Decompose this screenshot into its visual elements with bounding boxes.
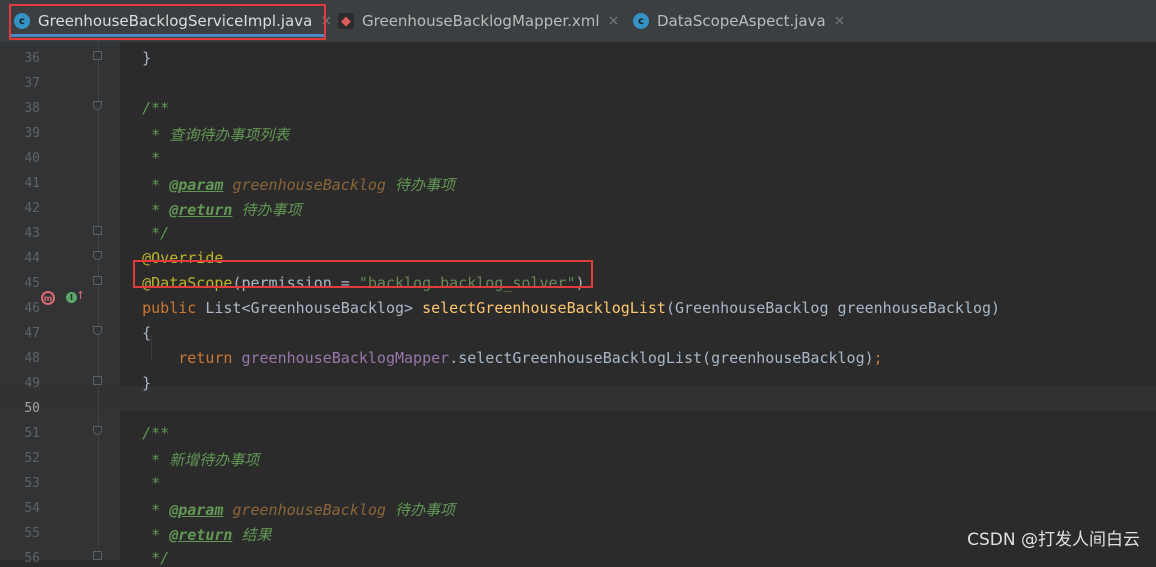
code-token: (GreenhouseBacklog greenhouseBacklog) <box>665 299 1001 317</box>
code-token: 待办事项 <box>232 201 302 219</box>
code-token: .selectGreenhouseBacklogList(greenhouseB… <box>449 349 874 367</box>
code-line[interactable]: * <box>106 149 160 167</box>
code-line[interactable]: */ <box>106 224 169 242</box>
line-number: 54 <box>24 501 40 516</box>
line-number: 43 <box>24 226 40 241</box>
fold-guide <box>98 42 99 560</box>
line-number: 56 <box>24 551 40 566</box>
code-token: * <box>106 149 161 167</box>
line-number: 48 <box>24 351 40 366</box>
code-token: * 查询待办事项列表 <box>106 126 290 144</box>
code-token: * <box>106 176 170 194</box>
fold-toggle-icon[interactable] <box>93 226 102 235</box>
java-class-icon: c <box>633 13 649 29</box>
line-number: 39 <box>24 126 40 141</box>
code-line[interactable]: * @return 待办事项 <box>106 199 301 220</box>
code-token: @return <box>169 526 233 544</box>
fold-toggle-icon[interactable] <box>93 376 102 385</box>
current-line-highlight <box>0 386 1156 411</box>
code-line[interactable]: * 新增待办事项 <box>106 449 259 470</box>
code-token: return <box>106 349 242 367</box>
method-marker-icon[interactable]: m <box>41 291 55 305</box>
code-line[interactable]: */ <box>106 549 169 567</box>
code-line[interactable]: public List<GreenhouseBacklog> selectGre… <box>106 299 1000 317</box>
code-token: */ <box>106 549 170 567</box>
code-token: public <box>106 299 206 317</box>
code-token: @param <box>169 176 224 194</box>
code-line[interactable]: * @param greenhouseBacklog 待办事项 <box>106 174 455 195</box>
tab-greenhouse-backlog-mapper[interactable]: ◆ GreenhouseBacklogMapper.xml × <box>338 4 619 38</box>
tab-highlight-box <box>9 4 326 40</box>
code-token: /** <box>106 99 170 117</box>
code-line[interactable]: /** <box>106 99 169 117</box>
fold-toggle-icon[interactable] <box>93 426 102 435</box>
close-icon[interactable]: × <box>608 13 620 29</box>
tab-data-scope-aspect[interactable]: c DataScopeAspect.java × <box>633 4 845 38</box>
close-icon[interactable]: × <box>834 13 846 29</box>
code-token: @param <box>169 501 224 519</box>
code-token: 待办事项 <box>385 176 455 194</box>
code-line[interactable]: * <box>106 474 160 492</box>
fold-toggle-icon[interactable] <box>93 101 102 110</box>
fold-toggle-icon[interactable] <box>93 51 102 60</box>
line-number: 41 <box>24 176 40 191</box>
code-token: 结果 <box>232 526 272 544</box>
fold-toggle-icon[interactable] <box>93 551 102 560</box>
xml-mapper-icon: ◆ <box>338 13 354 29</box>
code-token: */ <box>106 224 170 242</box>
line-number: 42 <box>24 201 40 216</box>
code-token: * 新增待办事项 <box>106 451 260 469</box>
fold-toggle-icon[interactable] <box>93 276 102 285</box>
code-line[interactable]: } <box>106 49 151 67</box>
code-token: { <box>106 324 152 342</box>
code-token: } <box>106 49 152 67</box>
line-number: 40 <box>24 151 40 166</box>
code-token: * <box>106 526 170 544</box>
code-token: } <box>106 374 152 392</box>
csdn-watermark: CSDN @打发人间白云 <box>967 530 1140 550</box>
code-token: ; <box>873 349 883 367</box>
code-token: greenhouseBacklog <box>232 501 386 519</box>
line-number: 36 <box>24 51 40 66</box>
code-token: greenhouseBacklog <box>232 176 386 194</box>
line-number: 50 <box>24 401 40 416</box>
code-token: @return <box>169 201 233 219</box>
up-arrow-icon: ↑ <box>76 289 86 302</box>
line-number: 45 <box>24 276 40 291</box>
tab-label: GreenhouseBacklogMapper.xml <box>362 12 600 30</box>
code-token: * <box>106 474 161 492</box>
line-number: 52 <box>24 451 40 466</box>
code-line[interactable]: * 查询待办事项列表 <box>106 124 289 145</box>
line-number: 37 <box>24 76 40 91</box>
code-line[interactable]: { <box>106 324 151 342</box>
code-line[interactable]: * @return 结果 <box>106 524 271 545</box>
code-token: /** <box>106 424 170 442</box>
tab-label: DataScopeAspect.java <box>657 12 826 30</box>
line-number: 44 <box>24 251 40 266</box>
line-number: 49 <box>24 376 40 391</box>
code-token: * <box>106 501 170 519</box>
line-number: 51 <box>24 426 40 441</box>
line-number: 55 <box>24 526 40 541</box>
fold-toggle-icon[interactable] <box>93 326 102 335</box>
datascope-highlight-box <box>133 260 593 288</box>
line-number: 46 <box>24 301 40 316</box>
code-token: List<GreenhouseBacklog> <box>205 299 423 317</box>
line-number: 53 <box>24 476 40 491</box>
code-token: selectGreenhouseBacklogList <box>422 299 666 317</box>
code-line[interactable]: * @param greenhouseBacklog 待办事项 <box>106 499 455 520</box>
line-number: 38 <box>24 101 40 116</box>
code-line[interactable]: return greenhouseBacklogMapper.selectGre… <box>106 349 883 367</box>
code-token: 待办事项 <box>385 501 455 519</box>
line-number: 47 <box>24 326 40 341</box>
code-line[interactable]: } <box>106 374 151 392</box>
code-line[interactable]: /** <box>106 424 169 442</box>
code-token: * <box>106 201 170 219</box>
fold-toggle-icon[interactable] <box>93 251 102 260</box>
editor-tab-bar: c GreenhouseBacklogServiceImpl.java × ◆ … <box>0 0 1156 43</box>
code-token: greenhouseBacklogMapper <box>241 349 450 367</box>
